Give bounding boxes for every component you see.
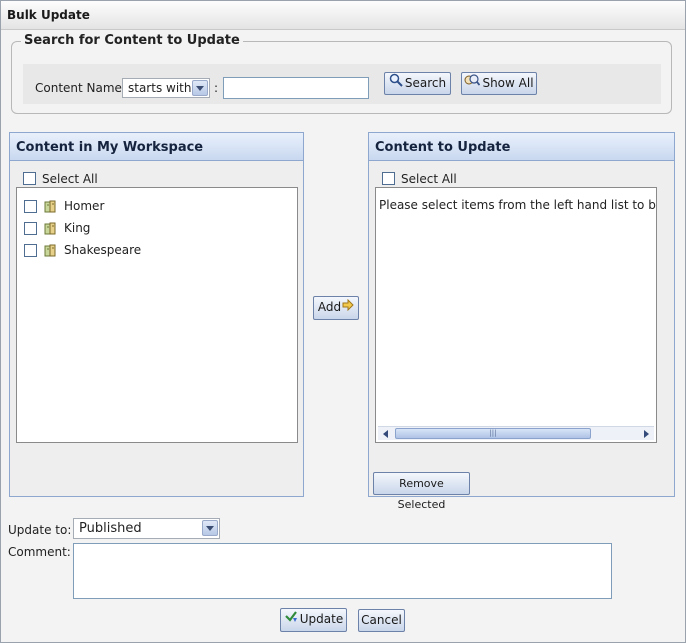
scroll-thumb[interactable]: ||| <box>395 428 591 439</box>
empty-list-message: Please select items from the left hand l… <box>379 198 656 212</box>
window-title: Bulk Update <box>7 8 90 22</box>
update-button[interactable]: Update <box>280 608 347 632</box>
horizontal-scrollbar[interactable]: ||| <box>378 426 654 440</box>
match-mode-value: starts with <box>128 81 192 95</box>
search-button[interactable]: Search <box>384 72 451 95</box>
book-icon <box>44 222 57 238</box>
match-mode-select[interactable]: starts with <box>122 78 210 98</box>
scroll-right-icon[interactable] <box>638 427 654 440</box>
update-icon <box>284 609 298 630</box>
workspace-select-all-label: Select All <box>42 172 98 186</box>
workspace-panel-title: Content in My Workspace <box>16 140 204 155</box>
add-button[interactable]: Add <box>313 296 359 320</box>
book-icon <box>44 200 57 216</box>
update-panel-header: Content to Update <box>369 133 674 161</box>
item-label: Shakespeare <box>64 243 142 257</box>
update-select-all-checkbox[interactable] <box>382 172 395 185</box>
update-to-value: Published <box>79 521 142 536</box>
search-input[interactable] <box>223 77 369 99</box>
show-all-button-label: Show All <box>482 76 534 90</box>
search-legend: Search for Content to Update <box>21 33 243 48</box>
scroll-left-icon[interactable] <box>378 427 394 440</box>
content-name-label: Content Name <box>35 81 122 95</box>
update-select-all-label: Select All <box>401 172 457 186</box>
item-checkbox[interactable] <box>24 222 37 235</box>
update-to-label: Update to: <box>8 523 72 537</box>
update-panel: Content to Update Select All Please sele… <box>368 132 675 511</box>
comment-field[interactable] <box>73 543 612 599</box>
separator-colon: : <box>214 81 219 95</box>
item-checkbox[interactable] <box>24 200 37 213</box>
arrow-right-icon <box>342 297 354 318</box>
update-to-select[interactable]: Published <box>73 518 220 539</box>
workspace-select-all-checkbox[interactable] <box>23 172 36 185</box>
title-bar: Bulk Update <box>1 1 685 30</box>
cancel-button[interactable]: Cancel <box>358 609 405 632</box>
remove-selected-button[interactable]: Remove Selected <box>373 472 470 511</box>
show-all-button[interactable]: Show All <box>461 72 537 95</box>
update-panel-title: Content to Update <box>375 140 511 155</box>
chevron-down-icon[interactable] <box>202 520 218 536</box>
add-button-label: Add <box>317 300 342 314</box>
workspace-panel: Content in My Workspace Select All Homer… <box>9 132 304 497</box>
show-all-icon <box>464 73 481 94</box>
item-label: Homer <box>64 199 105 213</box>
chevron-down-icon[interactable] <box>192 80 208 96</box>
update-list[interactable]: Please select items from the left hand l… <box>375 187 657 443</box>
update-button-label: Update <box>299 612 344 626</box>
magnifier-icon <box>389 73 403 94</box>
comment-label: Comment: <box>8 545 71 559</box>
book-icon <box>44 244 57 260</box>
item-label: King <box>64 221 91 235</box>
search-button-label: Search <box>404 76 447 90</box>
workspace-list[interactable]: Homer King Shakespeare <box>16 187 298 443</box>
bulk-update-window: Bulk Update Search for Content to Update… <box>0 0 686 643</box>
item-checkbox[interactable] <box>24 244 37 257</box>
workspace-panel-header: Content in My Workspace <box>10 133 303 161</box>
